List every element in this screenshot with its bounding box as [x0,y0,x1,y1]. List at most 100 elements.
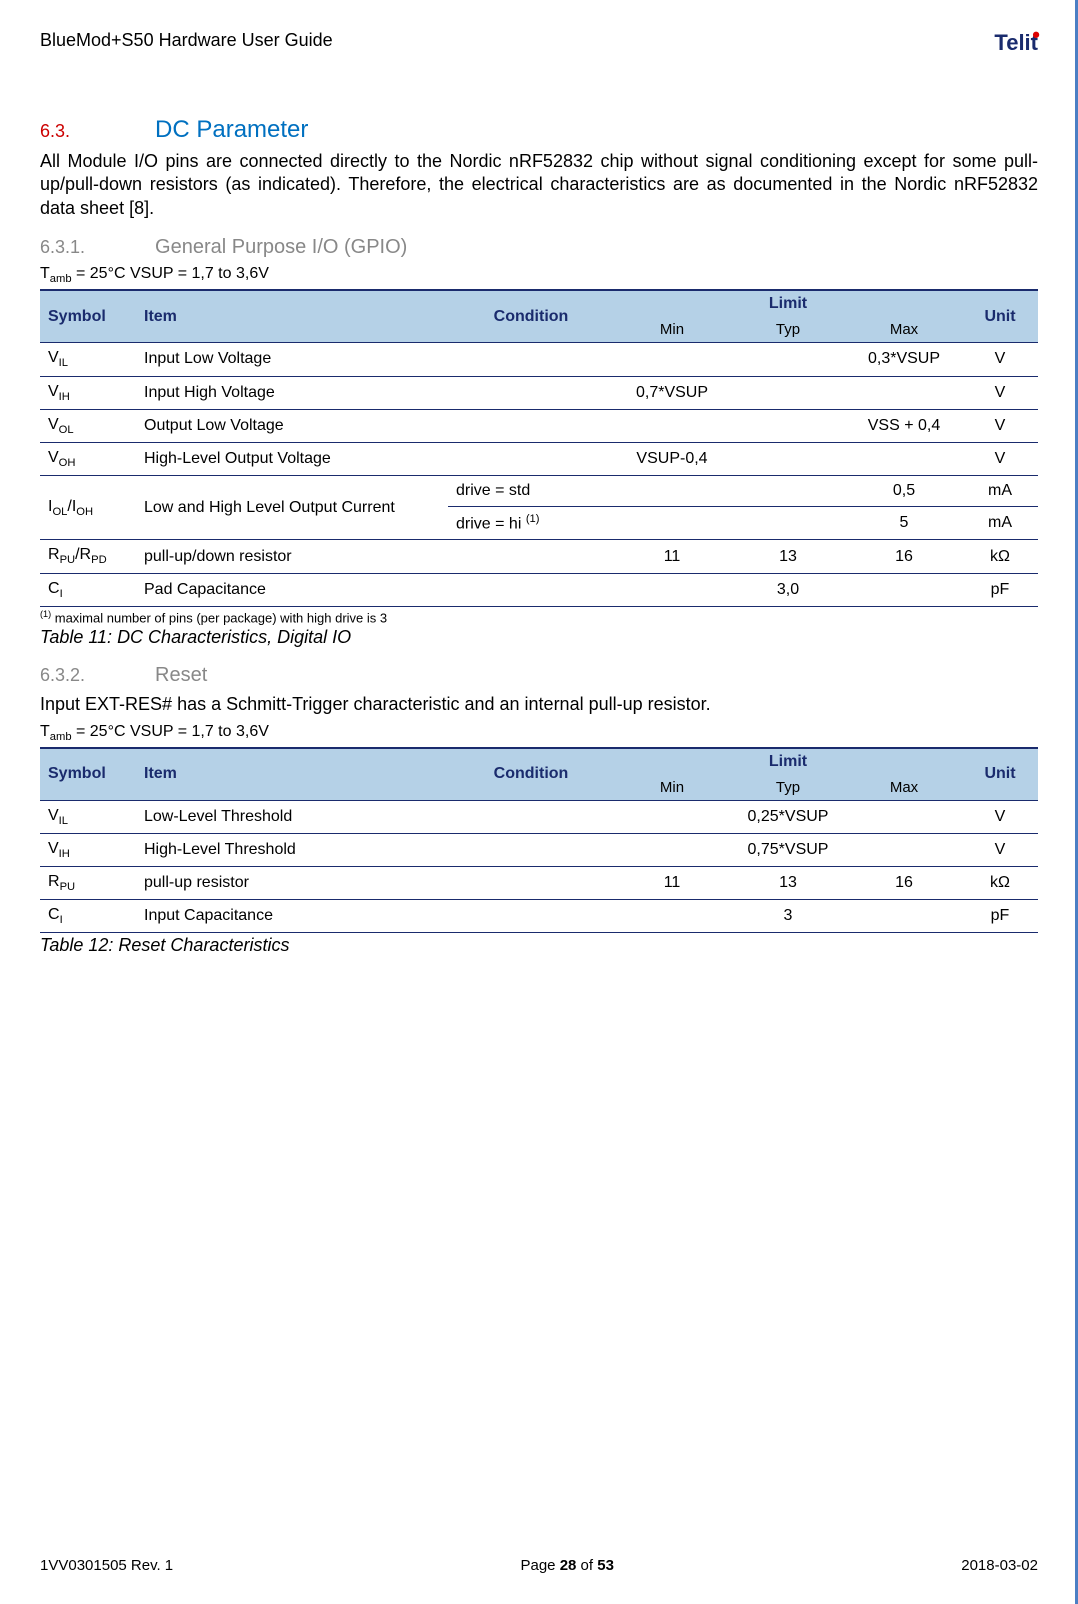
cell-min [614,409,730,442]
cell-cond: drive = hi (1) [448,507,614,540]
cell-symbol: VIH [40,833,136,866]
cell-unit: V [962,800,1038,833]
doc-title: BlueMod+S50 Hardware User Guide [40,30,333,51]
cell-typ [730,442,846,475]
page-footer: 1VV0301505 Rev. 1 Page 28 of 53 2018-03-… [40,1557,1038,1574]
th-unit: Unit [962,290,1038,343]
cell-max: VSS + 0,4 [846,409,962,442]
th2-typ: Typ [730,775,846,801]
cell-typ [730,376,846,409]
cell-min: VSUP-0,4 [614,442,730,475]
cell-cond: drive = std [448,476,614,507]
cell-typ [730,476,846,507]
cell-symbol: RPU [40,867,136,900]
cell-unit: V [962,409,1038,442]
th-symbol: Symbol [40,290,136,343]
cond2-rest: = 25°C VSUP = 1,7 to 3,6V [72,723,269,740]
cell-max: 0,3*VSUP [846,343,962,376]
table-row: IOL/IOHLow and High Level Output Current… [40,476,1038,507]
cell-unit: V [962,833,1038,866]
sub2-number: 6.3.2. [40,665,150,686]
footer-page-pre: Page [520,1557,559,1574]
fn-sup: (1) [40,609,51,619]
cell-cond [448,540,614,573]
cell-max [846,442,962,475]
cell-cond [448,900,614,933]
cell-typ [730,507,846,540]
table-row: VILLow-Level Threshold 0,25*VSUP V [40,800,1038,833]
th2-limit: Limit [614,748,962,775]
cell-max: 16 [846,540,962,573]
cell-unit: V [962,442,1038,475]
cell-max [846,900,962,933]
table-row: CIInput Capacitance3pF [40,900,1038,933]
cell-symbol: VIL [40,800,136,833]
cell-typ: 0,75*VSUP [730,833,846,866]
table-row: VILInput Low Voltage0,3*VSUPV [40,343,1038,376]
cell-typ [730,343,846,376]
cell-cond [448,867,614,900]
cond2-t: T [40,723,50,740]
cell-min: 0,7*VSUP [614,376,730,409]
cell-unit: V [962,343,1038,376]
cell-item: Low-Level Threshold [136,800,448,833]
section-number: 6.3. [40,121,150,142]
th-max: Max [846,317,962,343]
cond-amb: amb [50,273,72,285]
cond-rest: = 25°C VSUP = 1,7 to 3,6V [72,265,269,282]
cell-max: 0,5 [846,476,962,507]
cell-unit: kΩ [962,540,1038,573]
th-item: Item [136,290,448,343]
telit-logo: Telit• [994,30,1038,56]
th-min: Min [614,317,730,343]
th2-symbol: Symbol [40,748,136,801]
sub2-conditions: Tamb = 25°C VSUP = 1,7 to 3,6V [40,723,1038,743]
section-heading: 6.3. DC Parameter [40,116,1038,144]
table-row: RPU/RPDpull-up/down resistor111316kΩ [40,540,1038,573]
sub1-number: 6.3.1. [40,237,150,258]
cell-min: 11 [614,540,730,573]
cell-item: pull-up resistor [136,867,448,900]
cell-typ [730,409,846,442]
cell-unit: V [962,376,1038,409]
cell-min [614,573,730,606]
footer-page-n: 28 [560,1557,577,1574]
cell-max [846,800,962,833]
table1-caption: Table 11: DC Characteristics, Digital IO [40,627,1038,648]
subsection-6-3-2: 6.3.2. Reset [40,664,1038,687]
section-title: DC Parameter [155,116,308,143]
sub2-title: Reset [155,664,207,686]
cell-unit: mA [962,476,1038,507]
cell-min [614,833,730,866]
cell-max [846,376,962,409]
cell-item: pull-up/down resistor [136,540,448,573]
th2-min: Min [614,775,730,801]
th2-unit: Unit [962,748,1038,801]
cell-min [614,507,730,540]
cell-cond [448,833,614,866]
cell-item: High-Level Threshold [136,833,448,866]
cell-cond [448,573,614,606]
cell-min [614,476,730,507]
cell-unit: pF [962,573,1038,606]
subsection-6-3-1: 6.3.1. General Purpose I/O (GPIO) [40,236,1038,259]
footer-left: 1VV0301505 Rev. 1 [40,1557,173,1574]
cell-symbol: VOH [40,442,136,475]
table-gpio: Symbol Item Condition Limit Unit Min Typ… [40,289,1038,606]
cell-item: Output Low Voltage [136,409,448,442]
cell-item: Pad Capacitance [136,573,448,606]
cell-item: Input Capacitance [136,900,448,933]
cell-unit: pF [962,900,1038,933]
cell-unit: kΩ [962,867,1038,900]
cell-item: Low and High Level Output Current [136,476,448,540]
cell-typ: 0,25*VSUP [730,800,846,833]
sub2-body: Input EXT-RES# has a Schmitt-Trigger cha… [40,693,1038,716]
table-reset: Symbol Item Condition Limit Unit Min Typ… [40,747,1038,934]
cell-typ: 13 [730,867,846,900]
cell-symbol: RPU/RPD [40,540,136,573]
th2-item: Item [136,748,448,801]
cell-symbol: CI [40,900,136,933]
cell-cond [448,343,614,376]
cell-max [846,573,962,606]
footer-center: Page 28 of 53 [520,1557,613,1574]
